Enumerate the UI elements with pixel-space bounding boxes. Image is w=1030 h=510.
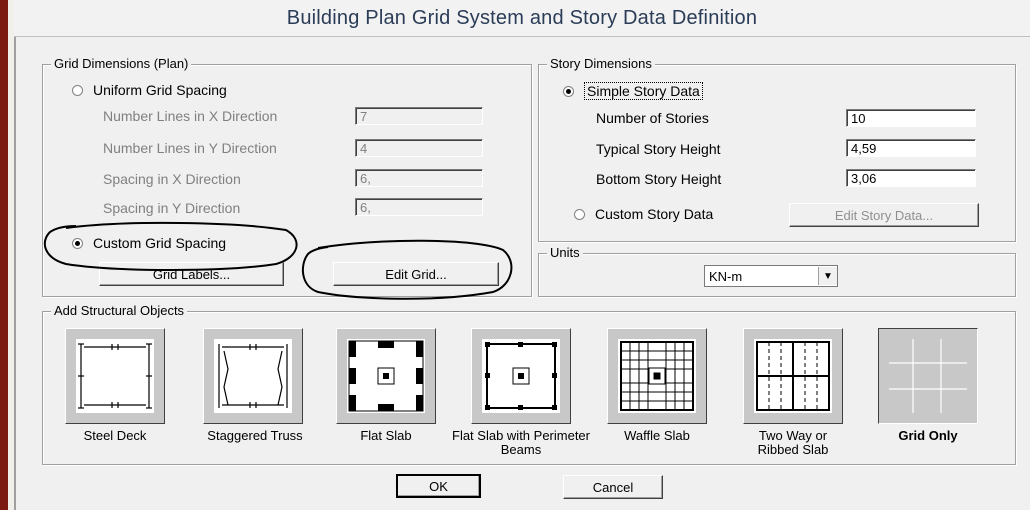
structural-objects-group: Add Structural Objects Steel Deck Stagge… [42,303,1016,465]
grid-labels-button[interactable]: Grid Labels... [99,262,284,286]
x-spacing-field[interactable]: 6, [355,169,483,187]
two-way-ribbed-slab-option[interactable]: Two Way or Ribbed Slab [743,328,843,457]
flat-slab-option[interactable]: Flat Slab [336,328,436,443]
grid-dimensions-group: Grid Dimensions (Plan) Uniform Grid Spac… [42,56,532,297]
staggered-truss-label: Staggered Truss [207,428,303,443]
y-lines-field[interactable]: 4 [355,139,483,157]
dialog-border [8,0,16,510]
edit-story-data-button[interactable]: Edit Story Data... [789,203,979,227]
uniform-grid-spacing-label: Uniform Grid Spacing [93,82,227,98]
steel-deck-button[interactable] [65,328,165,424]
structural-objects-legend: Add Structural Objects [51,303,188,318]
grid-only-option[interactable]: Grid Only [878,328,978,443]
grid-only-button[interactable] [878,328,978,424]
ok-button[interactable]: OK [396,474,481,498]
staggered-truss-button[interactable] [203,328,303,424]
custom-story-data-label: Custom Story Data [595,206,714,222]
custom-radio-dot[interactable] [72,237,83,249]
y-lines-label: Number Lines in Y Direction [103,140,277,156]
two-way-ribbed-slab-label: Two Way or Ribbed Slab [757,428,829,457]
custom-grid-spacing-radio[interactable]: Custom Grid Spacing [72,235,226,251]
title-bar[interactable]: Building Plan Grid System and Story Data… [14,0,1030,37]
units-select-value: KN-m [709,268,743,284]
simple-story-data-radio[interactable]: Simple Story Data [563,82,703,100]
simple-story-data-label: Simple Story Data [584,82,703,100]
two-way-ribbed-slab-icon [756,341,830,411]
units-select[interactable]: KN-m ▼ [704,265,838,287]
units-group: Units KN-m ▼ [538,245,1016,297]
flat-slab-button[interactable] [336,328,436,424]
flat-slab-icon [348,340,424,412]
waffle-slab-icon [620,341,694,411]
dialog-window: Building Plan Grid System and Story Data… [0,0,1030,510]
cancel-button[interactable]: Cancel [563,475,663,499]
x-lines-field[interactable]: 7 [355,107,483,125]
story-dimensions-group: Story Dimensions Simple Story Data Numbe… [538,56,1016,242]
y-spacing-label: Spacing in Y Direction [103,200,241,216]
bottom-story-height-label: Bottom Story Height [596,171,722,187]
custom-story-radio-dot[interactable] [574,208,585,220]
steel-deck-icon [78,343,152,409]
waffle-slab-label: Waffle Slab [624,428,690,443]
flat-slab-label: Flat Slab [360,428,412,443]
number-of-stories-field[interactable]: 10 [846,109,976,127]
grid-only-icon [889,339,967,413]
story-dimensions-legend: Story Dimensions [547,56,655,71]
two-way-ribbed-slab-button[interactable] [743,328,843,424]
grid-dimensions-legend: Grid Dimensions (Plan) [51,56,192,71]
background-window-edge [0,0,8,510]
grid-only-label: Grid Only [898,428,958,443]
number-of-stories-label: Number of Stories [596,110,709,126]
x-spacing-label: Spacing in X Direction [103,171,241,187]
staggered-truss-option[interactable]: Staggered Truss [203,328,303,443]
dialog-title: Building Plan Grid System and Story Data… [286,6,758,29]
flat-slab-perimeter-label: Flat Slab with Perimeter Beams [452,428,590,457]
uniform-radio-dot[interactable] [72,84,83,96]
typical-story-height-label: Typical Story Height [596,141,721,157]
waffle-slab-option[interactable]: Waffle Slab [607,328,707,443]
units-legend: Units [547,245,583,260]
uniform-grid-spacing-radio[interactable]: Uniform Grid Spacing [72,82,227,98]
typical-story-height-field[interactable]: 4,59 [846,139,976,157]
custom-story-data-radio[interactable]: Custom Story Data [574,206,713,222]
chevron-down-icon[interactable]: ▼ [818,267,837,285]
custom-grid-spacing-label: Custom Grid Spacing [93,235,227,251]
bottom-story-height-field[interactable]: 3,06 [846,169,976,187]
y-spacing-field[interactable]: 6, [355,198,483,216]
dialog-body: Grid Dimensions (Plan) Uniform Grid Spac… [16,37,1030,510]
flat-slab-perimeter-button[interactable] [471,328,571,424]
waffle-slab-button[interactable] [607,328,707,424]
edit-grid-button[interactable]: Edit Grid... [333,262,499,286]
staggered-truss-icon [218,344,288,408]
steel-deck-option[interactable]: Steel Deck [65,328,165,443]
x-lines-label: Number Lines in X Direction [103,108,278,124]
steel-deck-label: Steel Deck [83,428,147,443]
flat-slab-perimeter-option[interactable]: Flat Slab with Perimeter Beams [452,328,590,457]
simple-radio-dot[interactable] [563,85,574,97]
flat-slab-perimeter-beams-icon [485,342,557,410]
